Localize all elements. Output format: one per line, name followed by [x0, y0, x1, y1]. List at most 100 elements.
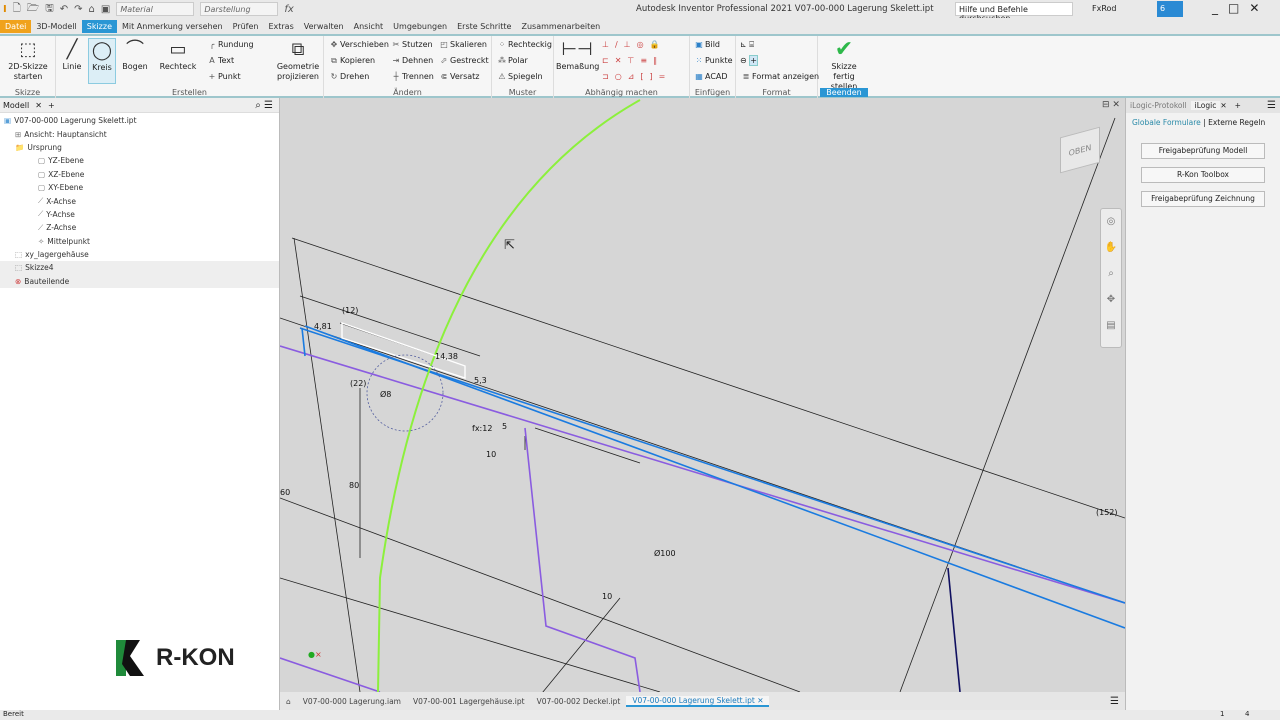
redo-icon[interactable]: ↷ — [74, 4, 82, 15]
select-icon[interactable]: ▣ — [101, 4, 110, 15]
doc-tab-active[interactable]: V07-00-000 Lagerung Skelett.ipt ✕ — [626, 695, 770, 707]
dimension-label[interactable]: 80 — [349, 481, 359, 490]
user-account[interactable]: FxRod — [1092, 4, 1117, 13]
fillet-button[interactable]: ╭ Rundung — [206, 40, 254, 49]
tab-skizze[interactable]: Skizze — [81, 19, 117, 33]
tab-ilogic-protokoll[interactable]: iLogic-Protokoll — [1126, 101, 1191, 110]
rotate-button[interactable]: ↻ Drehen — [328, 72, 370, 81]
arc-button[interactable]: ⌒ Bogen — [120, 38, 150, 72]
dimension-label[interactable]: 4,81 — [314, 322, 332, 331]
start-sketch-button[interactable]: ⬚ 2D-Skizze starten — [6, 38, 50, 82]
doc-tab[interactable]: V07-00-001 Lagergehäuse.ipt — [407, 697, 531, 706]
dimension-label[interactable]: (12) — [342, 306, 358, 315]
construction-icon[interactable]: ⊾ ⌸ — [740, 40, 754, 50]
tree-node[interactable]: ▢ XZ-Ebene — [0, 168, 279, 181]
dimension-label[interactable]: 5,3 — [474, 376, 487, 385]
doc-tab[interactable]: V07-00-000 Lagerung.iam — [297, 697, 407, 706]
tree-node[interactable]: ✧ Mittelpunkt — [0, 235, 279, 248]
tree-node[interactable]: ▢ XY-Ebene — [0, 181, 279, 194]
tree-node[interactable]: 📁 Ursprung — [0, 141, 279, 154]
search-icon[interactable]: ⌕ ☰ — [255, 100, 273, 111]
tree-node[interactable]: ▣ V07-00-000 Lagerung Skelett.ipt — [0, 114, 279, 127]
close-icon[interactable]: ✕ — [757, 696, 763, 705]
tab-verwalten[interactable]: Verwalten — [299, 20, 349, 33]
tab-extras[interactable]: Extras — [263, 20, 298, 33]
tab-datei[interactable]: Datei — [0, 19, 32, 33]
appearance-select[interactable]: Darstellung — [200, 2, 279, 16]
viewport-controls[interactable]: ⊟ ✕ — [1102, 100, 1120, 110]
tab-pruefen[interactable]: Prüfen — [228, 20, 264, 33]
constraint-icons-3[interactable]: ⊐○⊿[]= — [602, 72, 671, 81]
scale-button[interactable]: ◰ Skalieren — [438, 40, 487, 49]
dimension-label[interactable]: Ø100 — [654, 548, 676, 558]
tree-node[interactable]: ⟋ Z-Achse — [0, 221, 279, 234]
menu-icon[interactable]: ☰ — [1267, 100, 1276, 111]
circle-button[interactable]: ◯ Kreis — [88, 38, 116, 84]
tab-globale-formulare[interactable]: Globale Formulare — [1132, 118, 1201, 127]
tab-modell[interactable]: Modell — [3, 101, 29, 110]
finish-sketch-button[interactable]: ✔ Skizze fertig stellen — [820, 38, 868, 92]
menu-icon[interactable]: ☰ — [1110, 696, 1119, 707]
freigabe-zeichnung-button[interactable]: Freigabeprüfung Zeichnung — [1141, 191, 1265, 207]
tab-anmerkung[interactable]: Mit Anmerkung versehen — [117, 20, 228, 33]
graphics-viewport[interactable]: (12) 4,81 14,38 5,3 (22) Ø8 fx:12 5 10 80 60 Ø100 10… — [279, 98, 1126, 699]
centerline-icon[interactable]: ⊖ + — [740, 55, 758, 66]
dimension-label[interactable]: fx:12 — [472, 424, 492, 433]
move-button[interactable]: ✥ Verschieben — [328, 40, 389, 49]
home-icon[interactable]: ⌂ — [89, 4, 95, 15]
window-controls[interactable]: _□✕ — [1212, 1, 1269, 15]
sketch-canvas[interactable]: (12) 4,81 14,38 5,3 (22) Ø8 fx:12 5 10 80 60 Ø100 10… — [279, 98, 1126, 699]
dimension-label[interactable]: (22) — [350, 379, 366, 388]
close-icon[interactable]: ✕ — [1220, 101, 1226, 110]
split-button[interactable]: ┼ Trennen — [390, 72, 434, 81]
project-geometry-button[interactable]: ⧉ Geometrie projizieren — [274, 38, 322, 82]
dimension-label[interactable]: (152) — [1096, 508, 1118, 517]
show-format-button[interactable]: ≣ Format anzeigen — [740, 72, 819, 81]
line-button[interactable]: ╱ Linie — [58, 38, 86, 72]
tab-umgebungen[interactable]: Umgebungen — [388, 20, 452, 33]
tab-3d-modell[interactable]: 3D-Modell — [31, 20, 81, 33]
material-select[interactable]: Material — [116, 2, 195, 16]
dimension-button[interactable]: ⊢⊣ Bemaßung — [556, 38, 599, 72]
stretch-button[interactable]: ⬀ Gestreckt — [438, 56, 489, 65]
rkon-toolbox-button[interactable]: R-Kon Toolbox — [1141, 167, 1265, 183]
dimension-label[interactable]: 14,38 — [435, 352, 458, 361]
tree-node[interactable]: ⊗ Bauteilende — [0, 274, 279, 289]
tree-node[interactable]: ▢ YZ-Ebene — [0, 154, 279, 167]
text-button[interactable]: A Text — [206, 56, 234, 65]
tab-ansicht[interactable]: Ansicht — [349, 20, 389, 33]
point-button[interactable]: + Punkt — [206, 72, 241, 81]
tab-externe-regeln[interactable]: Externe Regeln — [1208, 118, 1265, 127]
notifications-badge[interactable]: 6 — [1157, 1, 1183, 17]
freigabe-modell-button[interactable]: Freigabeprüfung Modell — [1141, 143, 1265, 159]
tab-zusammenarbeiten[interactable]: Zusammenarbeiten — [516, 20, 605, 33]
undo-icon[interactable]: ↶ — [60, 4, 68, 15]
constraint-icons[interactable]: ⊥∕⊥◎🔒 — [602, 40, 666, 49]
acad-button[interactable]: ▦ ACAD — [693, 72, 727, 81]
offset-button[interactable]: ⋐ Versatz — [438, 72, 480, 81]
add-tab-icon[interactable]: + — [1235, 101, 1241, 110]
navigation-bar[interactable]: ◎ ✋ ⌕ ✥ ▤ — [1100, 208, 1122, 348]
add-tab-icon[interactable]: + — [48, 101, 55, 110]
doc-tab[interactable]: V07-00-002 Deckel.ipt — [531, 697, 627, 706]
help-search-input[interactable]: Hilfe und Befehle durchsuchen... — [955, 2, 1073, 23]
dimension-label[interactable]: 5 — [502, 422, 507, 431]
tree-node[interactable]: ⬚ xy_lagergehäuse — [0, 248, 279, 261]
polar-pattern-button[interactable]: ⁂ Polar — [496, 56, 528, 65]
home-icon[interactable]: ⌂ — [280, 697, 297, 706]
tab-ilogic[interactable]: iLogic — [1190, 101, 1221, 110]
dimension-label[interactable]: Ø8 — [380, 389, 391, 399]
constraint-icons-2[interactable]: ⊏✕⊤≡∥ — [602, 56, 663, 65]
dimension-label[interactable]: 10 — [486, 450, 496, 459]
save-icon[interactable]: 🖫 — [45, 1, 54, 18]
tree-node[interactable]: ⟋ Y-Achse — [0, 208, 279, 221]
tree-node[interactable]: ⊞ Ansicht: Hauptansicht — [0, 127, 279, 140]
close-icon[interactable]: ✕ — [35, 101, 42, 110]
trim-button[interactable]: ✂ Stutzen — [390, 40, 433, 49]
open-icon[interactable]: 🗁 — [27, 1, 39, 18]
tree-node[interactable]: ⬚ Skizze4 — [0, 261, 279, 275]
dimension-label[interactable]: 60 — [280, 488, 290, 497]
dimension-label[interactable]: 10 — [602, 592, 612, 601]
mirror-button[interactable]: ⚠ Spiegeln — [496, 72, 542, 81]
points-button[interactable]: ⁙ Punkte — [693, 56, 733, 65]
